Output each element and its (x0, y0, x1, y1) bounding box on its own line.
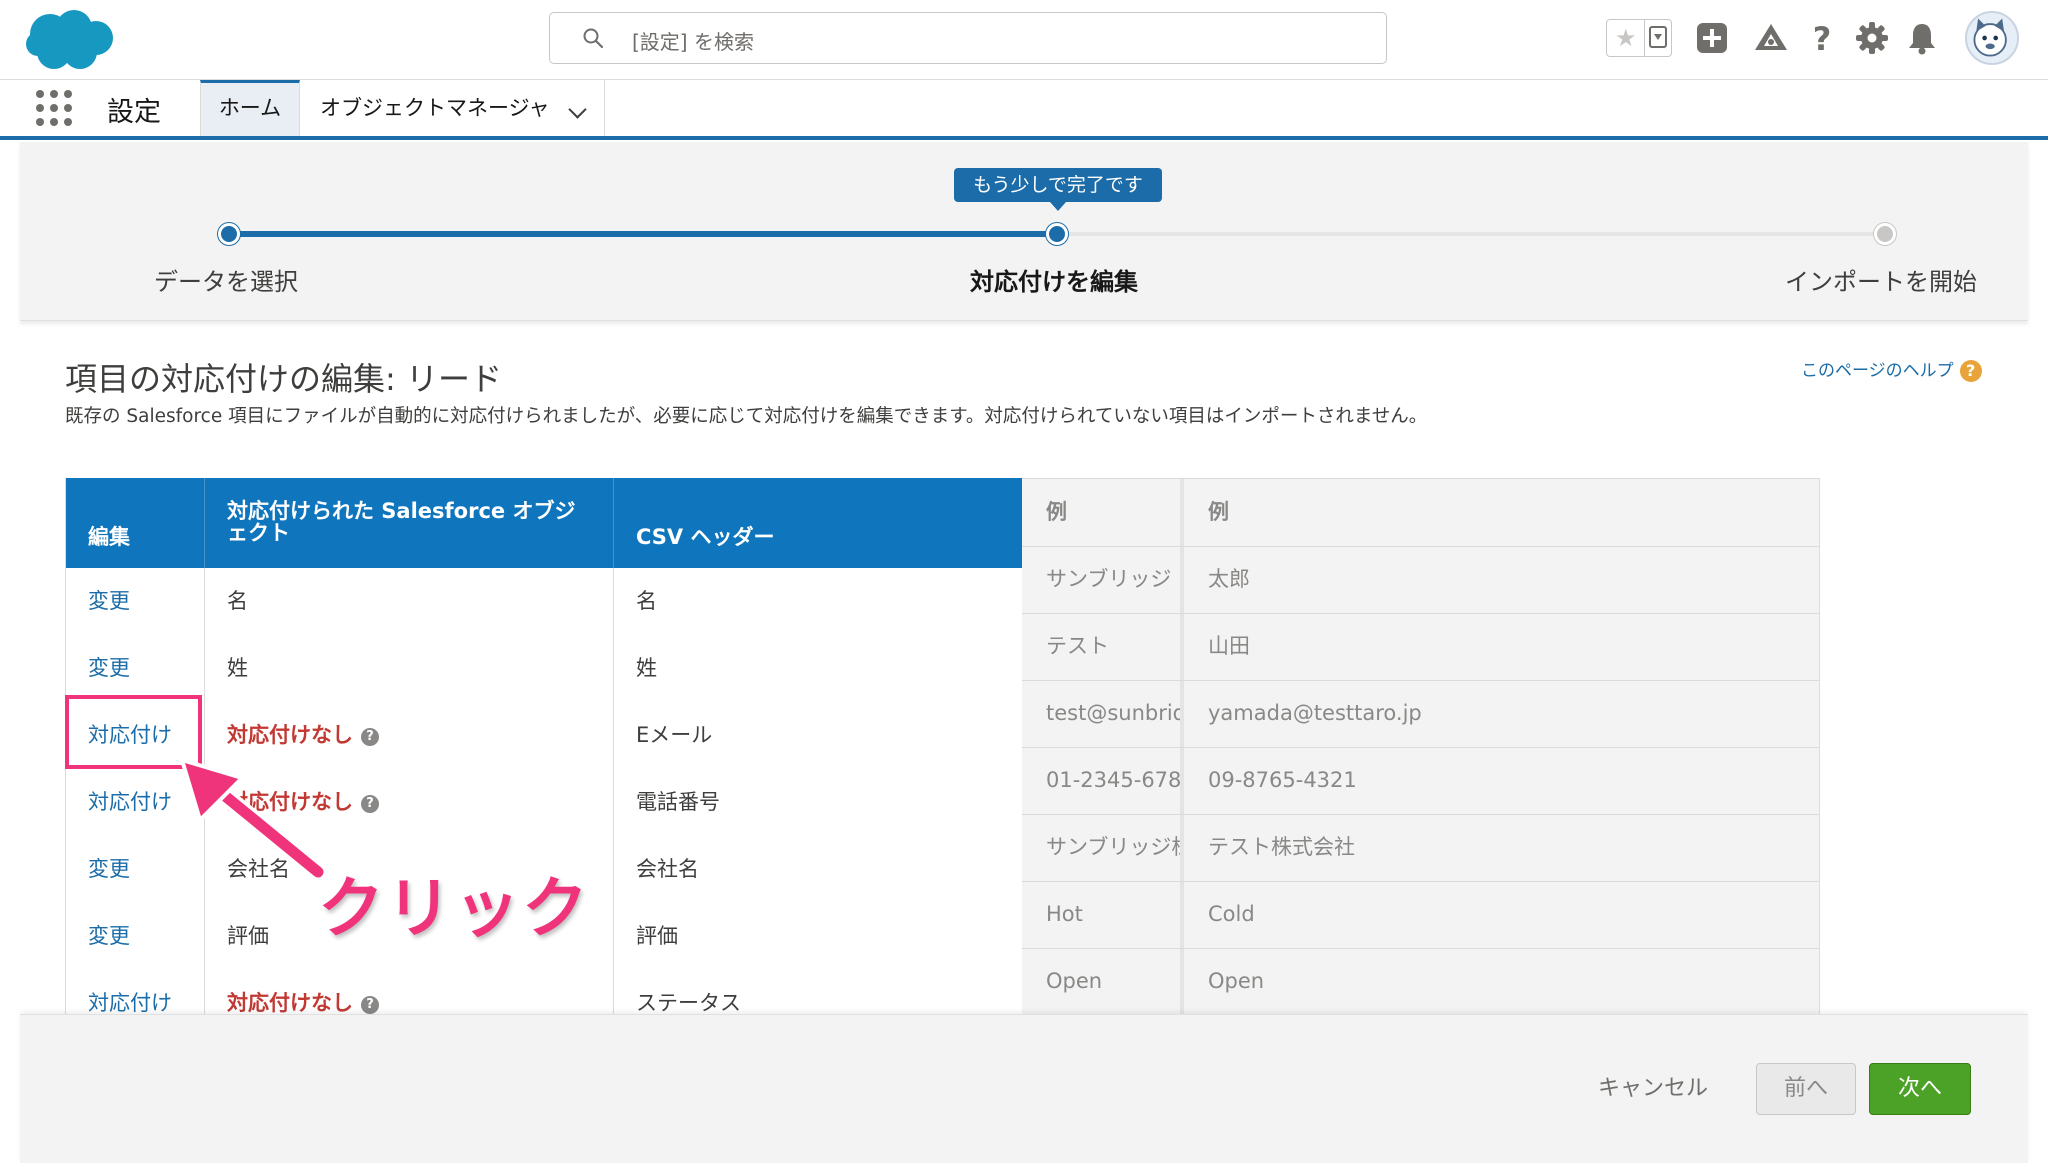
example-value: 太郎 (1208, 567, 1250, 591)
help-link-label: このページのヘルプ (1801, 361, 1954, 381)
salesforce-cloud-logo[interactable] (24, 8, 116, 72)
example-row: サンブリッジ 太郎 (1022, 546, 1819, 614)
map-field-link[interactable]: 対応付け (66, 970, 205, 1018)
help-icon[interactable]: ? (1804, 20, 1840, 56)
global-search[interactable]: [設定] を検索 (549, 12, 1387, 64)
tab-object-manager-label: オブジェクトマネージャ (320, 96, 550, 120)
example-value: yamada@testtaro.jp (1208, 701, 1422, 725)
csv-header: 会社名 (636, 857, 699, 881)
example-value: Cold (1208, 902, 1255, 926)
example-row: test@sunbridge.com yamada@testtaro.jp (1022, 680, 1819, 748)
example-value: テスト株式会社 (1208, 835, 1355, 859)
example-value: Open (1046, 969, 1103, 993)
mapped-field: 対応付けなし? (205, 702, 614, 769)
mapped-field: 対応付けなし? (205, 970, 614, 1018)
column-header-edit: 編集 (66, 478, 205, 568)
example-row: サンブリッジ株式会社 テスト株式会社 (1022, 814, 1819, 882)
table-row: 変更 名 名 (66, 568, 1023, 636)
step-label-edit-mapping: 対応付けを編集 (970, 268, 1138, 296)
example-values-table: 例 例 サンブリッジ 太郎 テスト 山田 test@sunbridge.com … (1022, 478, 1820, 1018)
example-row: Open Open (1022, 948, 1819, 1016)
annotation-highlight-box (65, 695, 202, 769)
app-name: 設定 (107, 97, 161, 128)
progress-tooltip: もう少しで完了です (954, 168, 1162, 211)
unmapped-label: 対応付けなし (227, 991, 353, 1015)
trailhead-icon[interactable] (1753, 20, 1789, 56)
help-icon: ? (1959, 360, 1982, 382)
example-value: Open (1208, 969, 1265, 993)
info-icon[interactable]: ? (361, 795, 379, 813)
change-mapping-link[interactable]: 変更 (66, 635, 205, 702)
example-value: 09-8765-4321 (1208, 768, 1357, 792)
context-bar: 設定 ホーム オブジェクトマネージャ (0, 80, 2048, 140)
example-value: サンブリッジ株式会社 (1046, 835, 1180, 859)
step-label-select-data: データを選択 (154, 268, 298, 296)
mapped-field: 姓 (205, 635, 614, 702)
example-value: テスト (1046, 634, 1109, 658)
bell-icon[interactable] (1904, 20, 1940, 56)
info-icon[interactable]: ? (361, 728, 379, 746)
app-launcher-icon[interactable] (36, 90, 72, 126)
page-title: 項目の対応付けの編集: リード (65, 360, 502, 398)
annotation-arrow-icon (180, 760, 327, 880)
star-icon: ★ (1615, 24, 1637, 52)
column-header-object: 対応付けられた Salesforce オブジェクト (205, 478, 614, 568)
svg-text:?: ? (1813, 20, 1832, 56)
csv-header: 姓 (636, 656, 657, 680)
column-header-example: 例 (1046, 500, 1067, 524)
page-description: 既存の Salesforce 項目にファイルが自動的に対応付けられましたが、必要… (65, 406, 1428, 427)
chevron-down-icon[interactable] (1649, 26, 1667, 48)
example-value: Hot (1046, 902, 1083, 926)
example-row: テスト 山田 (1022, 613, 1819, 681)
mapped-field: 名 (205, 568, 614, 635)
help-link[interactable]: このページのヘルプ? (1801, 356, 1982, 382)
example-value: 01-2345-6789 (1046, 768, 1180, 792)
chevron-down-icon[interactable] (568, 100, 587, 119)
tab-object-manager[interactable]: オブジェクトマネージャ (300, 80, 605, 136)
table-header: 編集 対応付けられた Salesforce オブジェクト CSV ヘッダー (66, 478, 1023, 568)
search-icon (583, 28, 604, 49)
change-mapping-link[interactable]: 変更 (66, 903, 205, 970)
gear-icon[interactable] (1854, 20, 1890, 56)
user-avatar-icon (1973, 18, 2007, 57)
progress-track-complete (229, 231, 1058, 237)
column-header-example: 例 (1208, 500, 1229, 524)
example-value: test@sunbridge.com (1046, 701, 1180, 725)
favorites-button[interactable]: ★ (1606, 19, 1672, 57)
column-header-csv: CSV ヘッダー (636, 525, 775, 549)
example-row: Hot Cold (1022, 881, 1819, 949)
step-label-start-import: インポートを開始 (1785, 268, 1977, 296)
previous-button[interactable]: 前へ (1756, 1063, 1856, 1115)
wizard-footer (20, 1014, 2028, 1163)
example-row: 01-2345-6789 09-8765-4321 (1022, 747, 1819, 815)
global-header: [設定] を検索 ★ ? (0, 0, 2048, 80)
csv-header: Eメール (636, 723, 713, 747)
example-value: サンブリッジ (1046, 567, 1172, 591)
avatar[interactable] (1965, 11, 2019, 65)
cancel-button[interactable]: キャンセル (1598, 1070, 1708, 1102)
tab-home[interactable]: ホーム (200, 80, 300, 136)
csv-header: ステータス (636, 991, 741, 1015)
step-marker-start-import (1874, 223, 1896, 245)
csv-header: 名 (636, 589, 657, 613)
csv-header: 評価 (636, 924, 678, 948)
step-marker-select-data[interactable] (218, 223, 240, 245)
annotation-click-label: クリック (316, 868, 590, 949)
example-value: 山田 (1208, 634, 1250, 658)
change-mapping-link[interactable]: 変更 (66, 568, 205, 635)
add-icon[interactable] (1694, 20, 1730, 56)
table-row: 変更 姓 姓 (66, 635, 1023, 703)
example-header-row: 例 例 (1022, 479, 1819, 547)
info-icon[interactable]: ? (361, 996, 379, 1014)
step-marker-edit-mapping[interactable] (1046, 223, 1068, 245)
unmapped-label: 対応付けなし (227, 723, 353, 747)
csv-header: 電話番号 (636, 790, 720, 814)
table-row: 対応付け 対応付けなし? ステータス (66, 970, 1023, 1018)
next-button[interactable]: 次へ (1869, 1063, 1971, 1115)
progress-track-incomplete (1058, 232, 1886, 236)
search-placeholder: [設定] を検索 (632, 30, 754, 54)
